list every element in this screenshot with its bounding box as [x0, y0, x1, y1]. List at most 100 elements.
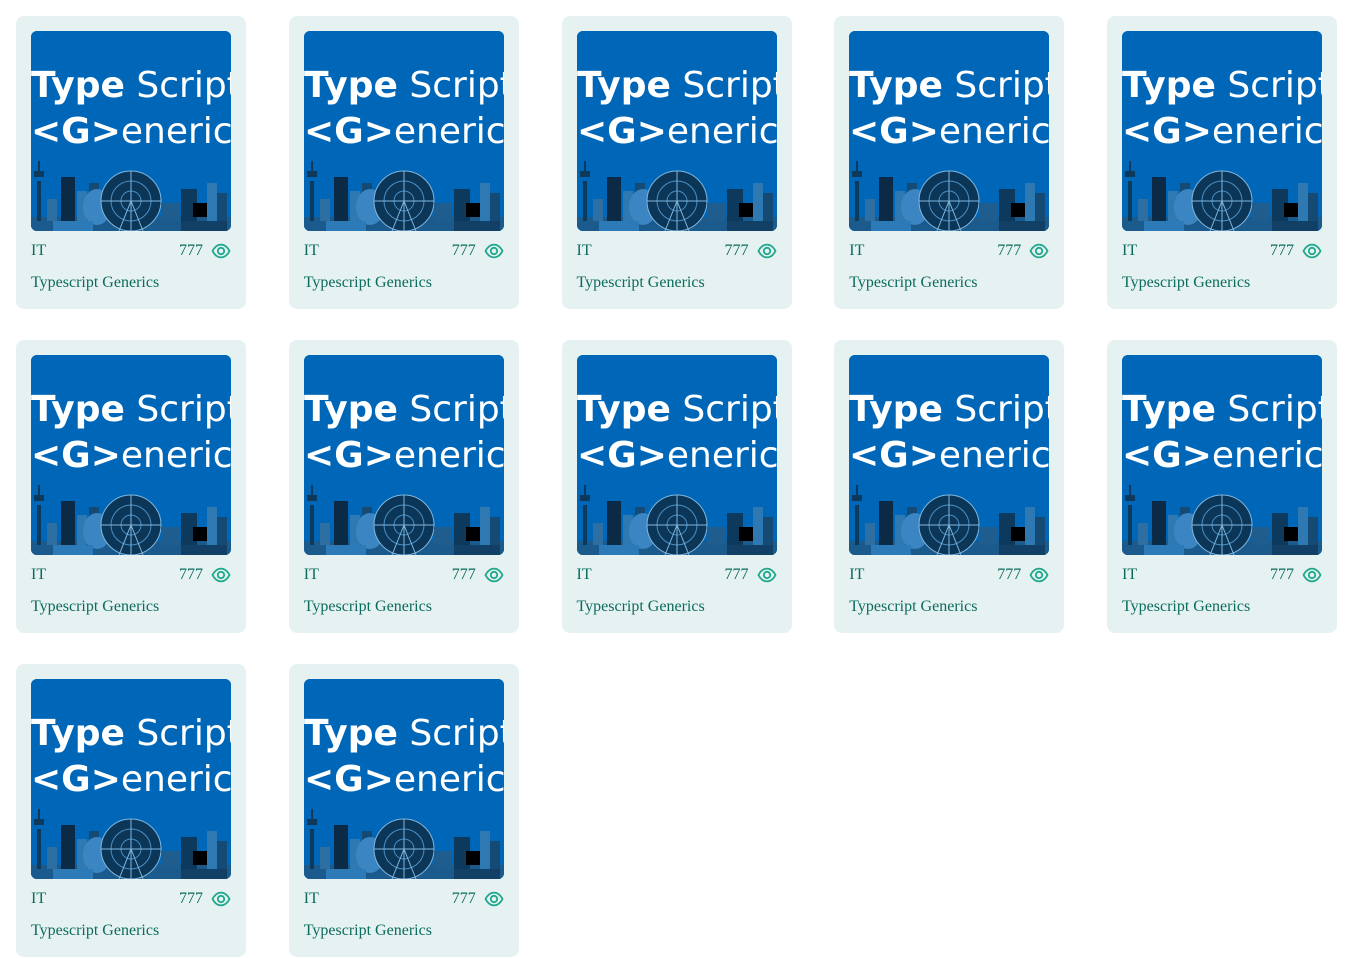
thumb-word-g: <G> — [31, 759, 121, 800]
card-meta-row: IT 777 — [31, 565, 231, 585]
thumb-word-enerics: enerics — [939, 435, 1049, 476]
card-title[interactable]: Typescript Generics — [304, 597, 504, 617]
card-meta-row: IT 777 — [849, 565, 1049, 585]
course-card[interactable]: Type Script<G>enerics IT 777 Typescript … — [561, 16, 792, 309]
svg-text:Type Script: Type Script — [1122, 65, 1322, 106]
category-label: IT — [31, 890, 47, 907]
card-meta-row: IT 777 — [1122, 241, 1322, 261]
category-label: IT — [576, 242, 592, 259]
eye-icon — [756, 565, 777, 585]
card-meta-row: IT 777 — [577, 565, 777, 585]
svg-text:Type Script: Type Script — [577, 389, 777, 430]
thumb-word-script: Script — [670, 389, 776, 430]
course-thumbnail[interactable]: Type Script<G>enerics — [1122, 355, 1322, 555]
views-count: 777 — [452, 889, 504, 909]
thumb-word-type: Type — [849, 65, 943, 106]
eye-icon — [484, 565, 504, 585]
thumb-word-g: <G> — [849, 111, 939, 152]
card-meta-row: IT 777 — [1122, 565, 1322, 585]
thumb-word-g: <G> — [304, 435, 394, 476]
card-title[interactable]: Typescript Generics — [304, 921, 504, 941]
thumb-word-script: Script — [943, 65, 1049, 106]
card-title[interactable]: Typescript Generics — [849, 273, 1049, 293]
course-card[interactable]: Type Script<G>enerics IT 777 Typescript … — [288, 16, 519, 309]
views-count: 777 — [725, 565, 777, 585]
svg-text:<G>enerics: <G>enerics — [1122, 435, 1322, 476]
eye-icon — [756, 241, 777, 261]
course-card[interactable]: Type Script<G>enerics IT 777 Typescript … — [1107, 340, 1337, 633]
card-title[interactable]: Typescript Generics — [849, 597, 1049, 617]
thumb-word-enerics: enerics — [121, 111, 231, 152]
card-title[interactable]: Typescript Generics — [1122, 273, 1322, 293]
svg-text:Type Script: Type Script — [31, 713, 231, 754]
eye-icon — [1302, 565, 1322, 585]
thumb-word-g: <G> — [577, 435, 667, 476]
course-card[interactable]: Type Script<G>enerics IT 777 Typescript … — [288, 340, 519, 633]
card-meta-row: IT 777 — [31, 241, 231, 261]
category-label: IT — [303, 242, 319, 259]
thumb-word-script: Script — [125, 713, 231, 754]
views-count: 777 — [179, 241, 231, 261]
course-thumbnail[interactable]: Type Script<G>enerics — [303, 355, 504, 555]
views-number: 777 — [997, 242, 1022, 259]
thumb-word-type: Type — [31, 65, 125, 106]
eye-icon — [484, 241, 504, 261]
course-thumbnail[interactable]: Type Script<G>enerics — [849, 355, 1050, 555]
course-thumbnail[interactable]: Type Script<G>enerics — [31, 31, 231, 231]
svg-text:<G>enerics: <G>enerics — [577, 435, 777, 476]
svg-text:Type Script: Type Script — [304, 713, 504, 754]
course-card[interactable]: Type Script <G>enerics IT 777 Typescript … — [16, 664, 246, 957]
card-meta-row: IT 777 — [849, 241, 1049, 261]
course-thumbnail[interactable]: Type Script<G>enerics — [303, 679, 504, 879]
course-thumbnail[interactable]: Type Script<G>enerics — [31, 355, 231, 555]
card-title[interactable]: Typescript Generics — [31, 597, 231, 617]
views-number: 777 — [451, 890, 476, 907]
thumb-word-script: Script — [398, 65, 504, 106]
thumb-word-g: <G> — [577, 111, 667, 152]
svg-text:<G>enerics: <G>enerics — [31, 111, 231, 152]
thumb-word-enerics: enerics — [394, 759, 504, 800]
thumb-word-enerics: enerics — [939, 111, 1049, 152]
thumb-word-g: <G> — [849, 435, 939, 476]
thumb-word-g: <G> — [31, 111, 121, 152]
thumb-word-script: Script — [125, 389, 231, 430]
card-title[interactable]: Typescript Generics — [577, 273, 777, 293]
course-thumbnail[interactable]: Type Script<G>enerics — [576, 31, 777, 231]
svg-text:<G>enerics: <G>enerics — [1122, 111, 1322, 152]
thumb-word-enerics: enerics — [394, 111, 504, 152]
card-title[interactable]: Typescript Generics — [31, 921, 231, 941]
views-number: 777 — [179, 890, 203, 907]
views-number: 777 — [1270, 242, 1294, 259]
views-count: 777 — [997, 565, 1049, 585]
card-grid: Type Script<G>enerics IT 777 Typescript … — [16, 16, 1337, 957]
thumb-word-enerics: enerics — [666, 435, 776, 476]
views-count: 777 — [452, 241, 504, 261]
thumb-word-enerics: enerics — [666, 111, 776, 152]
category-label: IT — [849, 242, 865, 259]
course-card[interactable]: Type Script<G>enerics IT 777 Typescript … — [834, 16, 1065, 309]
card-meta-row: IT 777 — [304, 889, 504, 909]
course-card[interactable]: Type Script<G>enerics IT 777 Typescript … — [834, 340, 1065, 633]
course-card[interactable]: Type Script <G>enerics IT 777 Typescript … — [1107, 16, 1337, 309]
card-title[interactable]: Typescript Generics — [1122, 597, 1322, 617]
thumb-word-type: Type — [577, 389, 671, 430]
course-card[interactable]: Type Script<G>enerics IT 777 Typescript … — [288, 664, 519, 957]
card-title[interactable]: Typescript Generics — [31, 273, 231, 293]
eye-icon — [484, 889, 504, 909]
card-title[interactable]: Typescript Generics — [577, 597, 777, 617]
course-thumbnail[interactable]: Type Script<G>enerics — [303, 31, 504, 231]
card-title[interactable]: Typescript Generics — [304, 273, 504, 293]
thumb-word-script: Script — [398, 713, 504, 754]
course-card[interactable]: Type Script<G>enerics IT 777 Typescript … — [561, 340, 792, 633]
card-meta-row: IT 777 — [577, 241, 777, 261]
course-card[interactable]: Type Script<G>enerics IT 777 Typescript … — [16, 340, 246, 633]
course-card[interactable]: Type Script<G>enerics IT 777 Typescript … — [16, 16, 246, 309]
thumb-word-script: Script — [943, 389, 1049, 430]
course-thumbnail[interactable]: Type Script<G>enerics — [576, 355, 777, 555]
course-thumbnail[interactable]: Type Script<G>enerics — [849, 31, 1050, 231]
course-thumbnail[interactable]: Type Script <G>enerics — [31, 679, 231, 879]
thumb-word-enerics: enerics — [121, 435, 231, 476]
category-label: IT — [849, 566, 865, 583]
thumb-word-enerics: enerics — [121, 759, 231, 800]
course-thumbnail[interactable]: Type Script <G>enerics — [1122, 31, 1322, 231]
